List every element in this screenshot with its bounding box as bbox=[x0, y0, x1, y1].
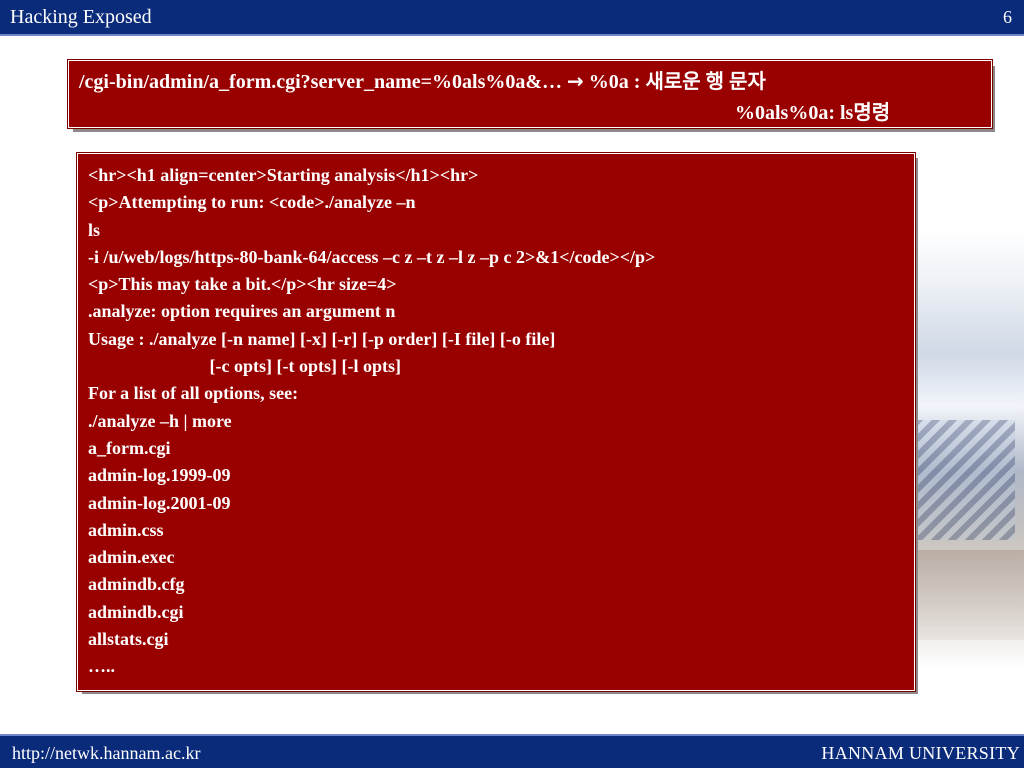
output-line: admindb.cfg bbox=[88, 574, 185, 595]
footer-university: HANNAM UNIVERSITY bbox=[821, 743, 1020, 763]
output-line: ls bbox=[88, 219, 101, 240]
output-line: <hr><h1 align=center>Starting analysis</… bbox=[88, 165, 479, 185]
output-line: admin-log.2001-09 bbox=[88, 492, 231, 513]
output-line: admin-log.1999-09 bbox=[88, 465, 231, 486]
footer-url: http://netwk.hannam.ac.kr bbox=[12, 743, 201, 763]
ls-command-note: %0als%0a: ls명령 bbox=[735, 102, 891, 124]
output-line: Usage : ./analyze [-n name] [-x] [-r] [-… bbox=[88, 328, 556, 349]
right-arrow-icon: → bbox=[567, 69, 584, 93]
output-line: admin.exec bbox=[88, 547, 175, 568]
newline-note: %0a : 새로운 행 문자 bbox=[588, 71, 766, 93]
output-line: <p>This may take a bit.</p><hr size=4> bbox=[88, 274, 397, 295]
page-number: 6 bbox=[1003, 7, 1012, 27]
url-box: /cgi-bin/admin/a_form.cgi?server_name=%0… bbox=[68, 60, 992, 128]
output-line: ./analyze –h | more bbox=[88, 410, 232, 431]
output-line: ….. bbox=[88, 656, 115, 677]
output-line: admin.css bbox=[88, 519, 164, 540]
output-line: <p>Attempting to run: <code>./analyze –n bbox=[88, 192, 416, 213]
output-line: allstats.cgi bbox=[88, 629, 169, 650]
cgi-url: /cgi-bin/admin/a_form.cgi?server_name=%0… bbox=[79, 71, 563, 93]
footer-bar: http://netwk.hannam.ac.kr HANNAM UNIVERS… bbox=[0, 734, 1024, 768]
background-photo bbox=[905, 230, 1024, 670]
url-line-1: /cgi-bin/admin/a_form.cgi?server_name=%0… bbox=[79, 65, 766, 94]
slide-title: Hacking Exposed bbox=[10, 6, 152, 28]
output-line: a_form.cgi bbox=[88, 437, 171, 458]
output-line: For a list of all options, see: bbox=[88, 383, 299, 404]
output-lines: <hr><h1 align=center>Starting analysis</… bbox=[88, 162, 655, 681]
output-box: <hr><h1 align=center>Starting analysis</… bbox=[77, 153, 915, 691]
output-line: .analyze: option requires an argument n bbox=[88, 301, 396, 322]
output-line: [-c opts] [-t opts] [-l opts] bbox=[88, 356, 401, 377]
output-line: admindb.cgi bbox=[88, 601, 184, 622]
output-line: -i /u/web/logs/https-80-bank-64/access –… bbox=[88, 246, 656, 267]
header-bar: Hacking Exposed 6 bbox=[0, 0, 1024, 36]
